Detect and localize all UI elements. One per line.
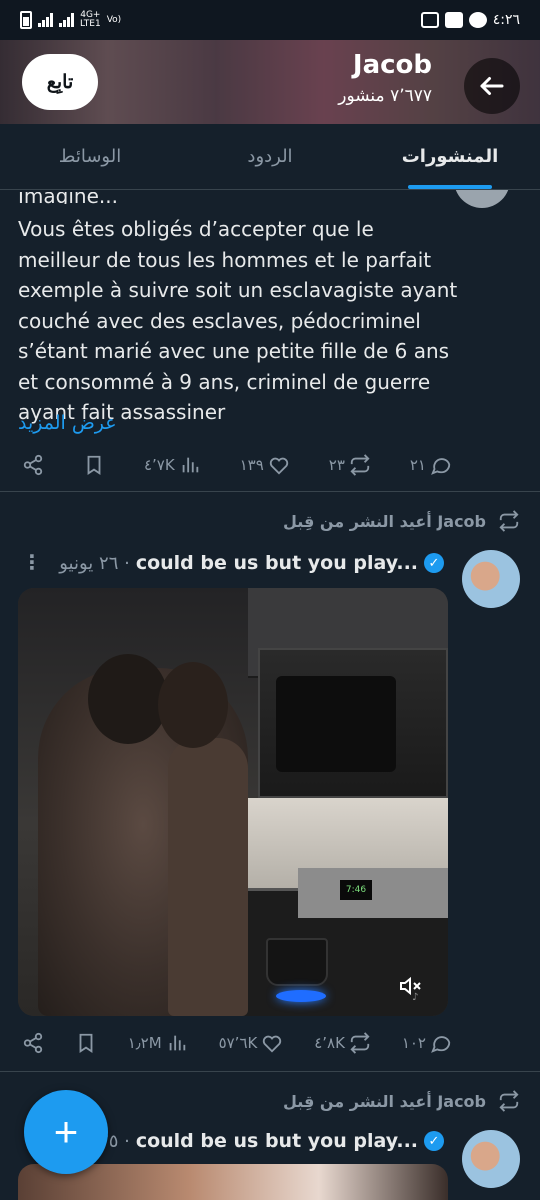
- views-count: ١٫٢M: [127, 1034, 162, 1052]
- verified-badge-icon: ✓: [424, 553, 444, 573]
- back-button[interactable]: [464, 58, 520, 114]
- signal-icon-2: [59, 13, 74, 27]
- like-button[interactable]: ٥٧٬٦K: [219, 1032, 284, 1054]
- avatar[interactable]: [454, 190, 510, 208]
- reply-button[interactable]: ١٠٢: [402, 1032, 452, 1054]
- views-count: ٤٬٧K: [143, 456, 175, 474]
- network-indicator: 4G+ LTE1: [80, 10, 101, 29]
- post-cut-line: Imagine...: [18, 192, 118, 204]
- posts-count: ٧٬٦٧٧ منشور: [338, 86, 432, 106]
- author-name[interactable]: could be us but you play...: [136, 1130, 418, 1152]
- reply-icon: [431, 458, 451, 475]
- compose-button[interactable]: +: [24, 1090, 108, 1174]
- share-button[interactable]: [22, 1032, 44, 1054]
- status-bar: 4G+ LTE1 Vo) ٤:٢٦: [0, 0, 540, 40]
- post-date: ٢٦ يونيو ·: [59, 552, 130, 574]
- repost-button[interactable]: ٤٬٨K: [314, 1032, 371, 1054]
- status-left: 4G+ LTE1 Vo): [20, 11, 121, 29]
- speaker-muted-icon: [400, 976, 421, 996]
- views-button[interactable]: ١٫٢M: [128, 1032, 188, 1054]
- stove-display: 7:46: [340, 880, 372, 900]
- heart-icon: [263, 1035, 282, 1053]
- views-icon: [169, 1035, 185, 1051]
- bookmark-button[interactable]: [83, 454, 105, 476]
- avatar[interactable]: [462, 550, 520, 608]
- repost-icon: [499, 510, 519, 532]
- bookmark-icon: [79, 1033, 93, 1053]
- share-button[interactable]: [22, 454, 44, 476]
- repost-icon: [350, 1032, 370, 1054]
- likes-count: ١٣٩: [239, 456, 264, 474]
- reposts-count: ٢٣: [328, 456, 345, 474]
- signal-icon: [38, 13, 53, 27]
- status-time: ٤:٢٦: [492, 12, 520, 28]
- post-video[interactable]: 7:46 ♪: [18, 588, 448, 1016]
- author-row: ٢٥ · could be us but you play... ✓: [99, 1130, 444, 1152]
- avatar[interactable]: [462, 1130, 520, 1188]
- views-button[interactable]: ٤٬٧K: [144, 454, 201, 476]
- views-icon: [182, 457, 198, 473]
- post-2-actions: ١٫٢M ٥٧٬٦K ٤٬٨K ١٠٢: [22, 1028, 452, 1058]
- heart-icon: [269, 457, 288, 475]
- reposts-count: ٤٬٨K: [314, 1034, 345, 1052]
- author-name[interactable]: could be us but you play...: [136, 552, 418, 574]
- tab-media[interactable]: الوسائط: [0, 124, 180, 189]
- tiktok-watermark-icon: ♪: [412, 992, 419, 1003]
- tab-posts[interactable]: المنشورات: [360, 124, 540, 189]
- author-row: ٢٦ يونيو · could be us but you play... ✓: [59, 552, 444, 574]
- chat-icon: [468, 12, 487, 28]
- post-actions: ٤٬٧K ١٣٩ ٢٣ ٢١: [22, 450, 452, 480]
- replies-count: ١٠٢: [401, 1034, 426, 1052]
- likes-count: ٥٧٬٦K: [218, 1034, 258, 1052]
- replies-count: ٢١: [409, 456, 426, 474]
- post-body: Vous êtes obligés d’accepter que le meil…: [18, 217, 458, 424]
- follow-button[interactable]: تابِع: [22, 54, 98, 110]
- arrow-left-icon: [480, 77, 504, 95]
- verified-badge-icon: ✓: [424, 1131, 444, 1151]
- post-text: Imagine... Vous êtes obligés d’accepter …: [18, 192, 458, 428]
- gallery-icon: [444, 12, 463, 28]
- show-more-link[interactable]: عرض المزيد: [18, 412, 117, 434]
- repost-label: أعيد النشر من قِبل Jacob: [283, 511, 486, 531]
- repost-indicator: أعيد النشر من قِبل Jacob: [283, 510, 520, 532]
- header-title: Jacob ٧٬٦٧٧ منشور: [338, 50, 432, 106]
- repost-button[interactable]: ٢٣: [329, 454, 371, 476]
- bookmark-button[interactable]: [75, 1032, 97, 1054]
- profile-header: تابِع Jacob ٧٬٦٧٧ منشور: [0, 40, 540, 124]
- like-button[interactable]: ١٣٩: [240, 454, 290, 476]
- mute-button[interactable]: [394, 972, 426, 1000]
- repost-indicator: أعيد النشر من قِبل Jacob: [283, 1090, 520, 1112]
- profile-name: Jacob: [352, 50, 432, 80]
- gmail-icon: [420, 12, 439, 28]
- status-right: ٤:٢٦: [420, 12, 520, 28]
- reply-button[interactable]: ٢١: [410, 454, 452, 476]
- repost-label: أعيد النشر من قِبل Jacob: [283, 1091, 486, 1111]
- tab-replies[interactable]: الردود: [180, 124, 360, 189]
- post-1[interactable]: Imagine... Vous êtes obligés d’accepter …: [0, 190, 540, 492]
- bookmark-icon: [87, 455, 101, 475]
- repost-icon: [350, 454, 370, 476]
- repost-icon: [499, 1090, 519, 1112]
- more-options-icon[interactable]: ⋮: [22, 550, 42, 574]
- profile-tabs: المنشورات الردود الوسائط: [0, 124, 540, 190]
- volte-indicator: Vo): [106, 14, 122, 25]
- reply-icon: [431, 1036, 451, 1053]
- share-icon: [23, 1032, 43, 1054]
- battery-icon: [20, 11, 32, 29]
- share-icon: [23, 454, 43, 476]
